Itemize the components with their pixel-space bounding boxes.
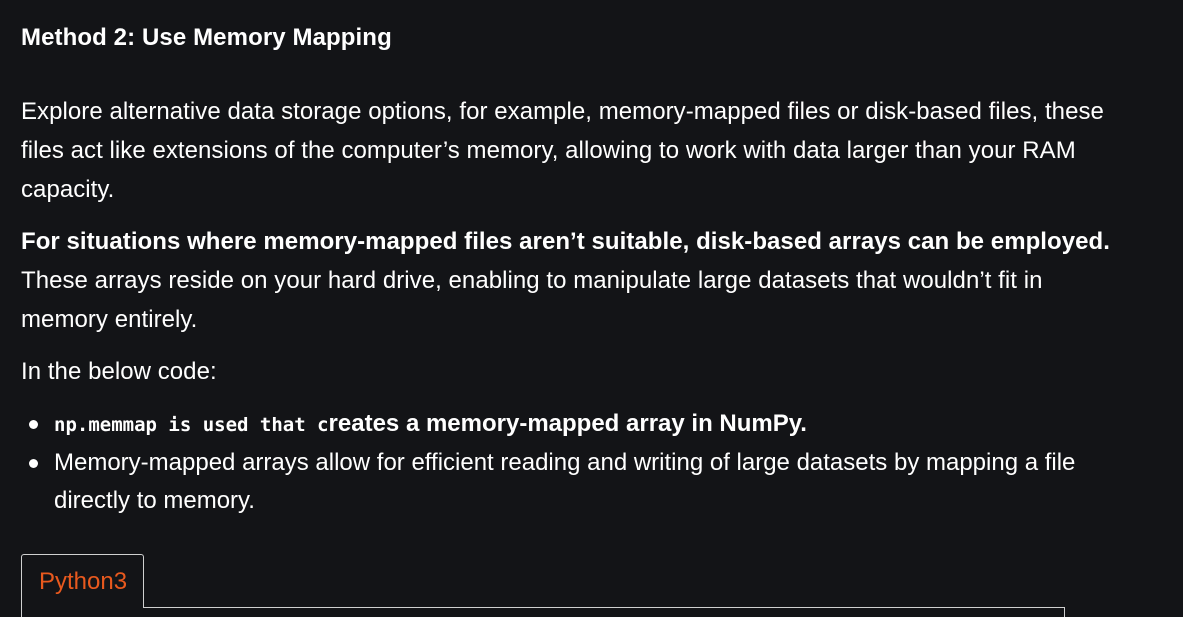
bullet-dot-icon (29, 420, 38, 429)
inline-code: np.memmap is used that c (54, 414, 329, 436)
tab-divider (144, 607, 1065, 608)
bullet-dot-icon (29, 459, 38, 468)
article-content: Method 2: Use Memory Mapping Explore alt… (0, 0, 1183, 617)
paragraph-disk-arrays: For situations where memory-mapped files… (21, 222, 1121, 339)
paragraph-bold-lead: For situations where memory-mapped files… (21, 228, 1110, 255)
paragraph-storage-options: Explore alternative data storage options… (21, 98, 1104, 203)
code-panel-left-border (21, 608, 22, 617)
list-item: np.memmap is used that creates a memory-… (21, 405, 1121, 444)
tab-label: Python3 (39, 568, 128, 595)
paragraph-rest: These arrays reside on your hard drive, … (21, 267, 1043, 333)
code-tab-bar: Python3 (21, 554, 1065, 617)
bullet-list: np.memmap is used that creates a memory-… (21, 405, 1121, 520)
code-panel-right-border (1064, 607, 1065, 617)
paragraph-code-intro: In the below code: (21, 358, 217, 385)
list-item-text: Memory-mapped arrays allow for efficient… (54, 449, 1076, 514)
tab-python3[interactable]: Python3 (21, 554, 144, 608)
list-item-text: reates a memory-mapped array in NumPy. (328, 410, 807, 437)
section-heading: Method 2: Use Memory Mapping (21, 24, 392, 51)
list-item: Memory-mapped arrays allow for efficient… (21, 444, 1121, 520)
